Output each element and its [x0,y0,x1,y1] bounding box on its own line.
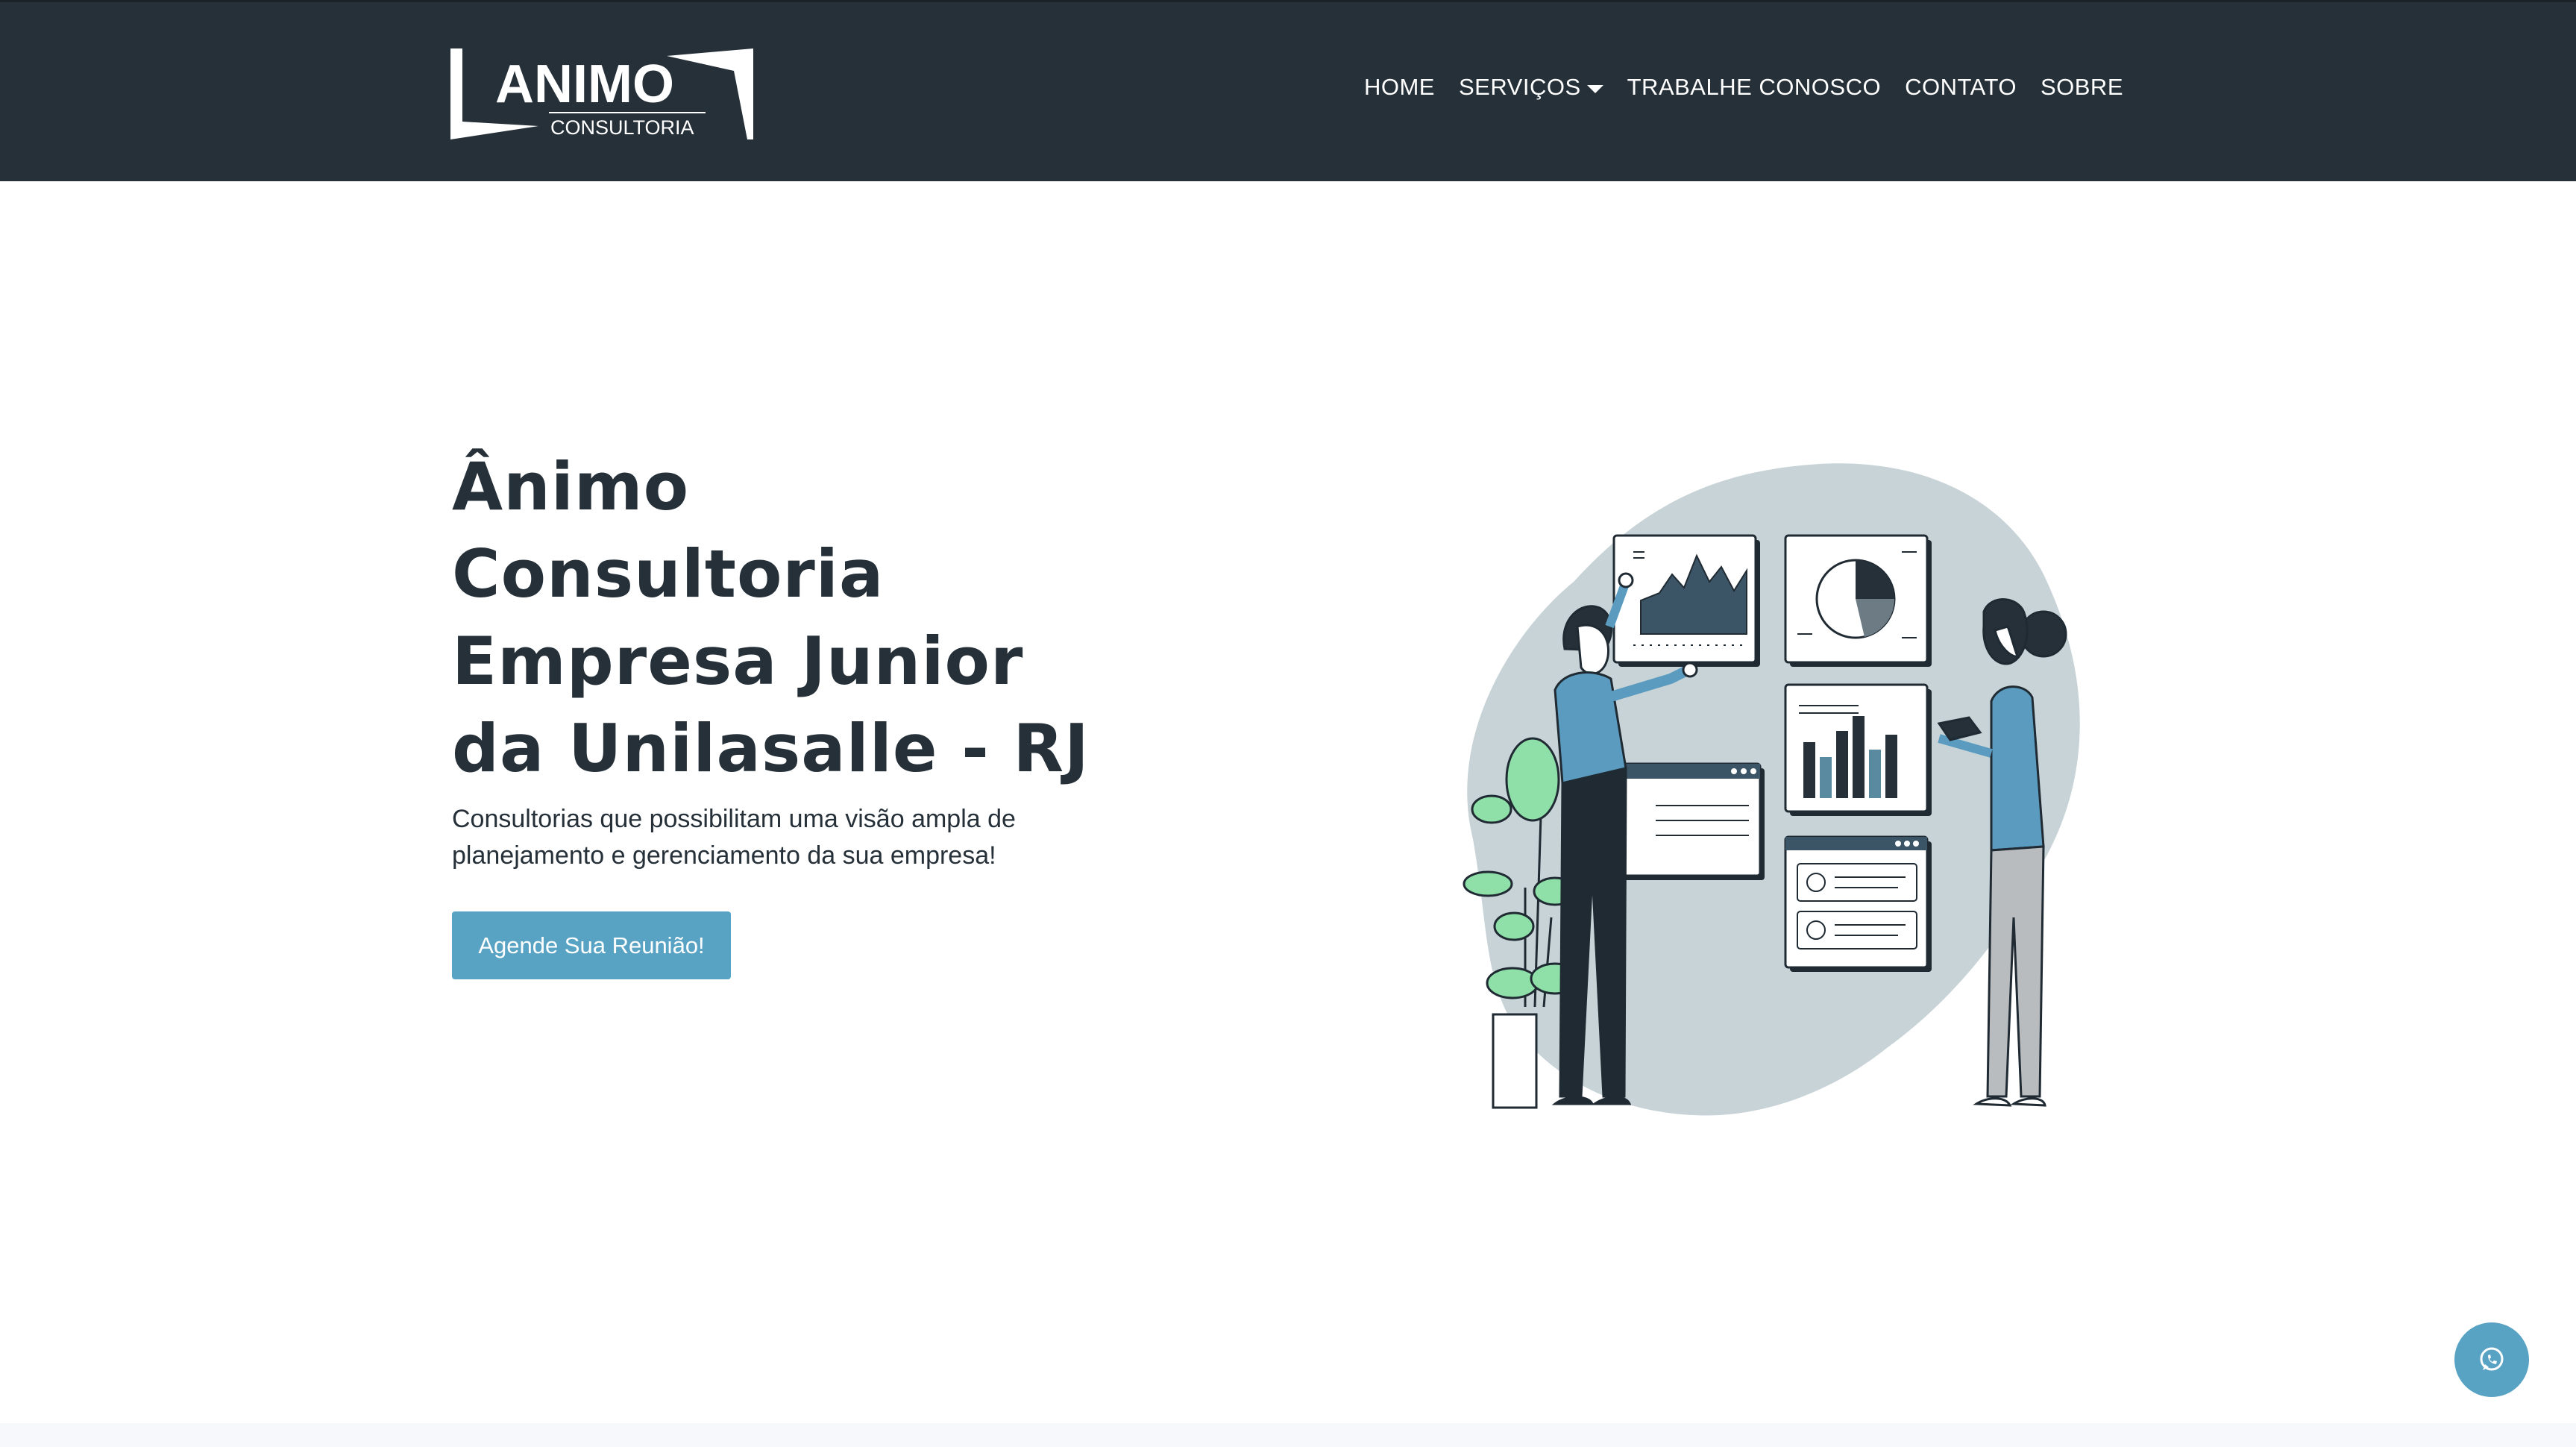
logo-name: ANIMO [495,54,674,114]
bar-chart-card [1784,683,1932,816]
hero-illustration [1463,463,2080,1116]
pie-chart-card [1784,534,1932,667]
whatsapp-icon [2480,1347,2504,1371]
whatsapp-button[interactable] [2454,1322,2529,1397]
main-nav: HOME SERVIÇOS TRABALHE CONOSCO CONTATO S… [1364,74,2123,101]
hero-title-line: Ânimo [452,448,690,525]
area-chart-card [1612,534,1760,667]
hero-title-line: da Unilasalle - RJ [452,710,1090,787]
nav-contato[interactable]: CONTATO [1905,74,2017,101]
nav-servicos[interactable]: SERVIÇOS [1459,74,1603,101]
site-header: ANIMO CONSULTORIA HOME SERVIÇOS TRABALHE… [0,0,2576,181]
text-window-card [1609,762,1765,880]
hero-title-line: Empresa Junior [452,623,1024,700]
animo-logo[interactable]: ANIMO CONSULTORIA [450,48,753,139]
hero-subtitle: Consultorias que possibilitam uma visão … [452,805,1016,870]
nav-home[interactable]: HOME [1364,74,1435,101]
schedule-meeting-button[interactable]: Agende Sua Reunião! [452,911,731,979]
hero-title: Ânimo Consultoria Empresa Junior da Unil… [452,443,1093,792]
chat-window-card [1784,835,1932,972]
nav-trabalhe-conosco[interactable]: TRABALHE CONOSCO [1627,74,1881,101]
caret-down-icon [1586,84,1603,93]
hero-title-line: Consultoria [452,536,885,612]
logo-tagline: CONSULTORIA [550,116,694,139]
next-section-edge [0,1423,2576,1447]
nav-sobre[interactable]: SOBRE [2041,74,2123,101]
